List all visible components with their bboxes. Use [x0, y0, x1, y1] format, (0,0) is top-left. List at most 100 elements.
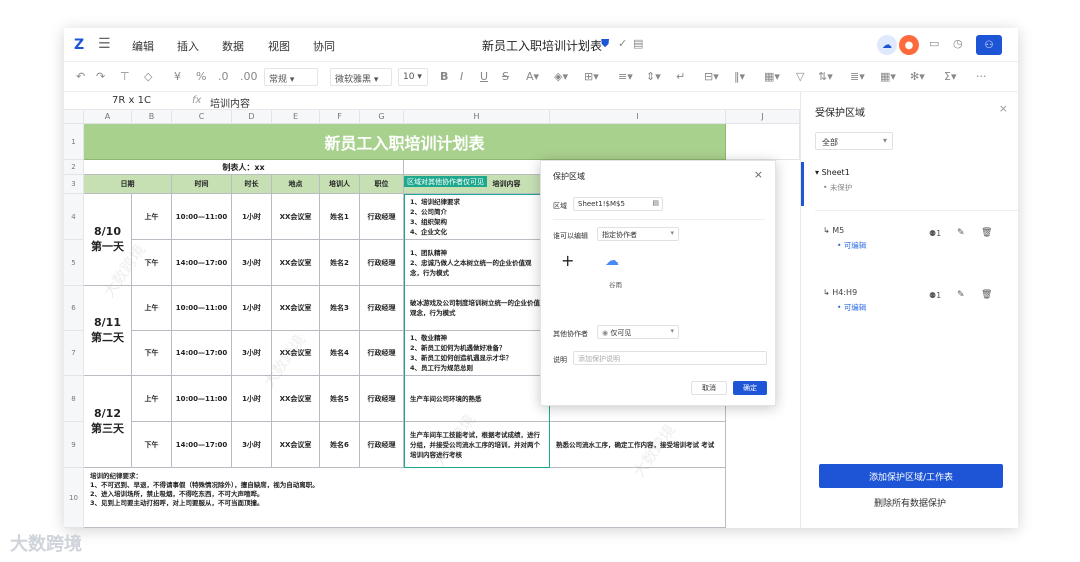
- day3-cell[interactable]: 8/12 第三天: [84, 376, 132, 468]
- position-cell[interactable]: 行政经理: [360, 331, 404, 376]
- undo-icon[interactable]: ↶: [76, 70, 85, 83]
- description-input[interactable]: 添加保护说明: [573, 351, 767, 365]
- time-range-cell[interactable]: 10:00—11:00: [172, 286, 232, 331]
- remove-all-link[interactable]: 删除所有数据保护: [801, 496, 1018, 509]
- duration-cell[interactable]: 1小时: [232, 376, 272, 422]
- underline-icon[interactable]: U: [480, 70, 488, 83]
- row-header-9[interactable]: 9: [64, 422, 84, 468]
- document-icon[interactable]: ▤: [633, 37, 643, 50]
- row-header-8[interactable]: 8: [64, 376, 84, 422]
- time-range-cell[interactable]: 10:00—11:00: [172, 194, 232, 240]
- delete-icon[interactable]: 🗑: [981, 290, 992, 300]
- range-item-h4h9[interactable]: ↳ H4:H9 • 可编辑 ⚉1 ✎ 🗑: [801, 264, 1018, 312]
- header-duration[interactable]: 时长: [232, 175, 272, 194]
- duration-cell[interactable]: 3小时: [232, 240, 272, 286]
- trainer-cell[interactable]: 姓名5: [320, 376, 360, 422]
- check-circle-icon[interactable]: ✓: [618, 37, 627, 50]
- app-logo[interactable]: Z: [74, 37, 84, 53]
- location-cell[interactable]: XX会议室: [272, 422, 320, 468]
- trainer-cell[interactable]: 姓名1: [320, 194, 360, 240]
- session-cell[interactable]: 上午: [132, 194, 172, 240]
- position-cell[interactable]: 行政经理: [360, 376, 404, 422]
- others-permission-select[interactable]: ◉ 仅可见 ▾: [597, 325, 679, 339]
- add-protection-button[interactable]: 添加保护区域/工作表: [819, 464, 1003, 488]
- menu-collab[interactable]: 协同: [313, 38, 335, 54]
- confirm-button[interactable]: 确定: [733, 381, 767, 395]
- filter-icon[interactable]: ▽: [796, 70, 804, 83]
- fill-color-icon[interactable]: ◈▾: [554, 70, 568, 83]
- format-painter-icon[interactable]: ⊤: [120, 70, 130, 83]
- font-color-icon[interactable]: A▾: [526, 70, 539, 83]
- header-location[interactable]: 地点: [272, 175, 320, 194]
- edit-icon[interactable]: ✎: [957, 228, 965, 238]
- row-header-10[interactable]: 10: [64, 468, 84, 528]
- content-cell[interactable]: 1、培训纪律要求 2、公司简介 3、组织架构 4、企业文化: [404, 194, 550, 240]
- sort-icon[interactable]: ⇅▾: [818, 70, 833, 83]
- header-date[interactable]: 日期: [84, 175, 172, 194]
- col-header-b[interactable]: B: [132, 110, 172, 124]
- cell-j1[interactable]: [726, 124, 800, 160]
- col-header-c[interactable]: C: [172, 110, 232, 124]
- table-style-icon[interactable]: ▦▾: [764, 70, 780, 83]
- col-header-i[interactable]: I: [550, 110, 726, 124]
- day1-cell[interactable]: 8/10 第一天: [84, 194, 132, 286]
- user-avatar[interactable]: ●: [899, 35, 919, 55]
- range-select-icon[interactable]: ▤: [652, 199, 659, 207]
- name-box[interactable]: 7R x 1C: [112, 95, 151, 106]
- col-header-a[interactable]: A: [84, 110, 132, 124]
- hamburger-menu-icon[interactable]: ☰: [98, 36, 111, 52]
- col-header-d[interactable]: D: [232, 110, 272, 124]
- header-position[interactable]: 职位: [360, 175, 404, 194]
- font-name-select[interactable]: 微软雅黑 ▾: [330, 68, 392, 86]
- session-cell[interactable]: 上午: [132, 376, 172, 422]
- more-icon[interactable]: ···: [976, 70, 987, 83]
- location-cell[interactable]: XX会议室: [272, 194, 320, 240]
- shield-icon[interactable]: ⛊: [601, 37, 609, 51]
- trainer-cell[interactable]: 姓名3: [320, 286, 360, 331]
- align-horizontal-icon[interactable]: ≡▾: [618, 70, 633, 83]
- history-icon[interactable]: ◷: [953, 37, 963, 50]
- col-header-g[interactable]: G: [360, 110, 404, 124]
- col-header-h[interactable]: H: [404, 110, 550, 124]
- collaborator-avatar[interactable]: ☁: [877, 35, 897, 55]
- row-header-1[interactable]: 1: [64, 124, 84, 160]
- range-item-m5[interactable]: ↳ M5 • 可编辑 ⚉1 ✎ 🗑: [801, 216, 1018, 256]
- header-time[interactable]: 时间: [172, 175, 232, 194]
- day2-cell[interactable]: 8/11 第二天: [84, 286, 132, 376]
- area-input[interactable]: Sheet1!$M$5 ▤: [573, 197, 663, 211]
- decimal-increase-icon[interactable]: .00: [240, 70, 258, 83]
- duration-cell[interactable]: 3小时: [232, 422, 272, 468]
- sum-icon[interactable]: Σ▾: [944, 70, 956, 83]
- time-range-cell[interactable]: 10:00—11:00: [172, 376, 232, 422]
- row-header-2[interactable]: 2: [64, 160, 84, 175]
- position-cell[interactable]: 行政经理: [360, 286, 404, 331]
- position-cell[interactable]: 行政经理: [360, 194, 404, 240]
- border-icon[interactable]: ⊞▾: [584, 70, 599, 83]
- sheet-item[interactable]: ▾ Sheet1: [815, 168, 850, 177]
- sheet-title[interactable]: 新员工入职培训计划表: [84, 124, 726, 160]
- time-range-cell[interactable]: 14:00—17:00: [172, 422, 232, 468]
- location-cell[interactable]: XX会议室: [272, 331, 320, 376]
- col-header-j[interactable]: J: [726, 110, 800, 124]
- content-cell[interactable]: 1、敬业精神 2、新员工如何为机遇做好准备？ 3、新员工如何创造机遇显示才华？ …: [404, 331, 550, 376]
- creator-cell[interactable]: 制表人：xx: [84, 160, 404, 175]
- select-all-corner[interactable]: [64, 110, 84, 124]
- col-header-f[interactable]: F: [320, 110, 360, 124]
- session-cell[interactable]: 下午: [132, 240, 172, 286]
- menu-data[interactable]: 数据: [222, 38, 244, 54]
- percent-icon[interactable]: %: [196, 70, 206, 83]
- freeze-icon[interactable]: ‖▾: [734, 70, 745, 83]
- align-vertical-icon[interactable]: ⇕▾: [646, 70, 661, 83]
- row-header-3[interactable]: 3: [64, 175, 84, 194]
- decimal-decrease-icon[interactable]: .0: [218, 70, 229, 83]
- location-cell[interactable]: XX会议室: [272, 286, 320, 331]
- cell-i[interactable]: 熟悉公司流水工序，确定工作内容，接受培训考试 考试: [550, 422, 726, 468]
- italic-icon[interactable]: I: [460, 70, 463, 83]
- cancel-button[interactable]: 取消: [691, 381, 727, 395]
- trainer-cell[interactable]: 姓名2: [320, 240, 360, 286]
- add-collaborator-icon[interactable]: +: [561, 251, 574, 270]
- trainer-cell[interactable]: 姓名4: [320, 331, 360, 376]
- menu-insert[interactable]: 插入: [177, 38, 199, 54]
- merge-cells-icon[interactable]: ⊟▾: [704, 70, 719, 83]
- share-users-icon[interactable]: ⚇: [976, 35, 1002, 55]
